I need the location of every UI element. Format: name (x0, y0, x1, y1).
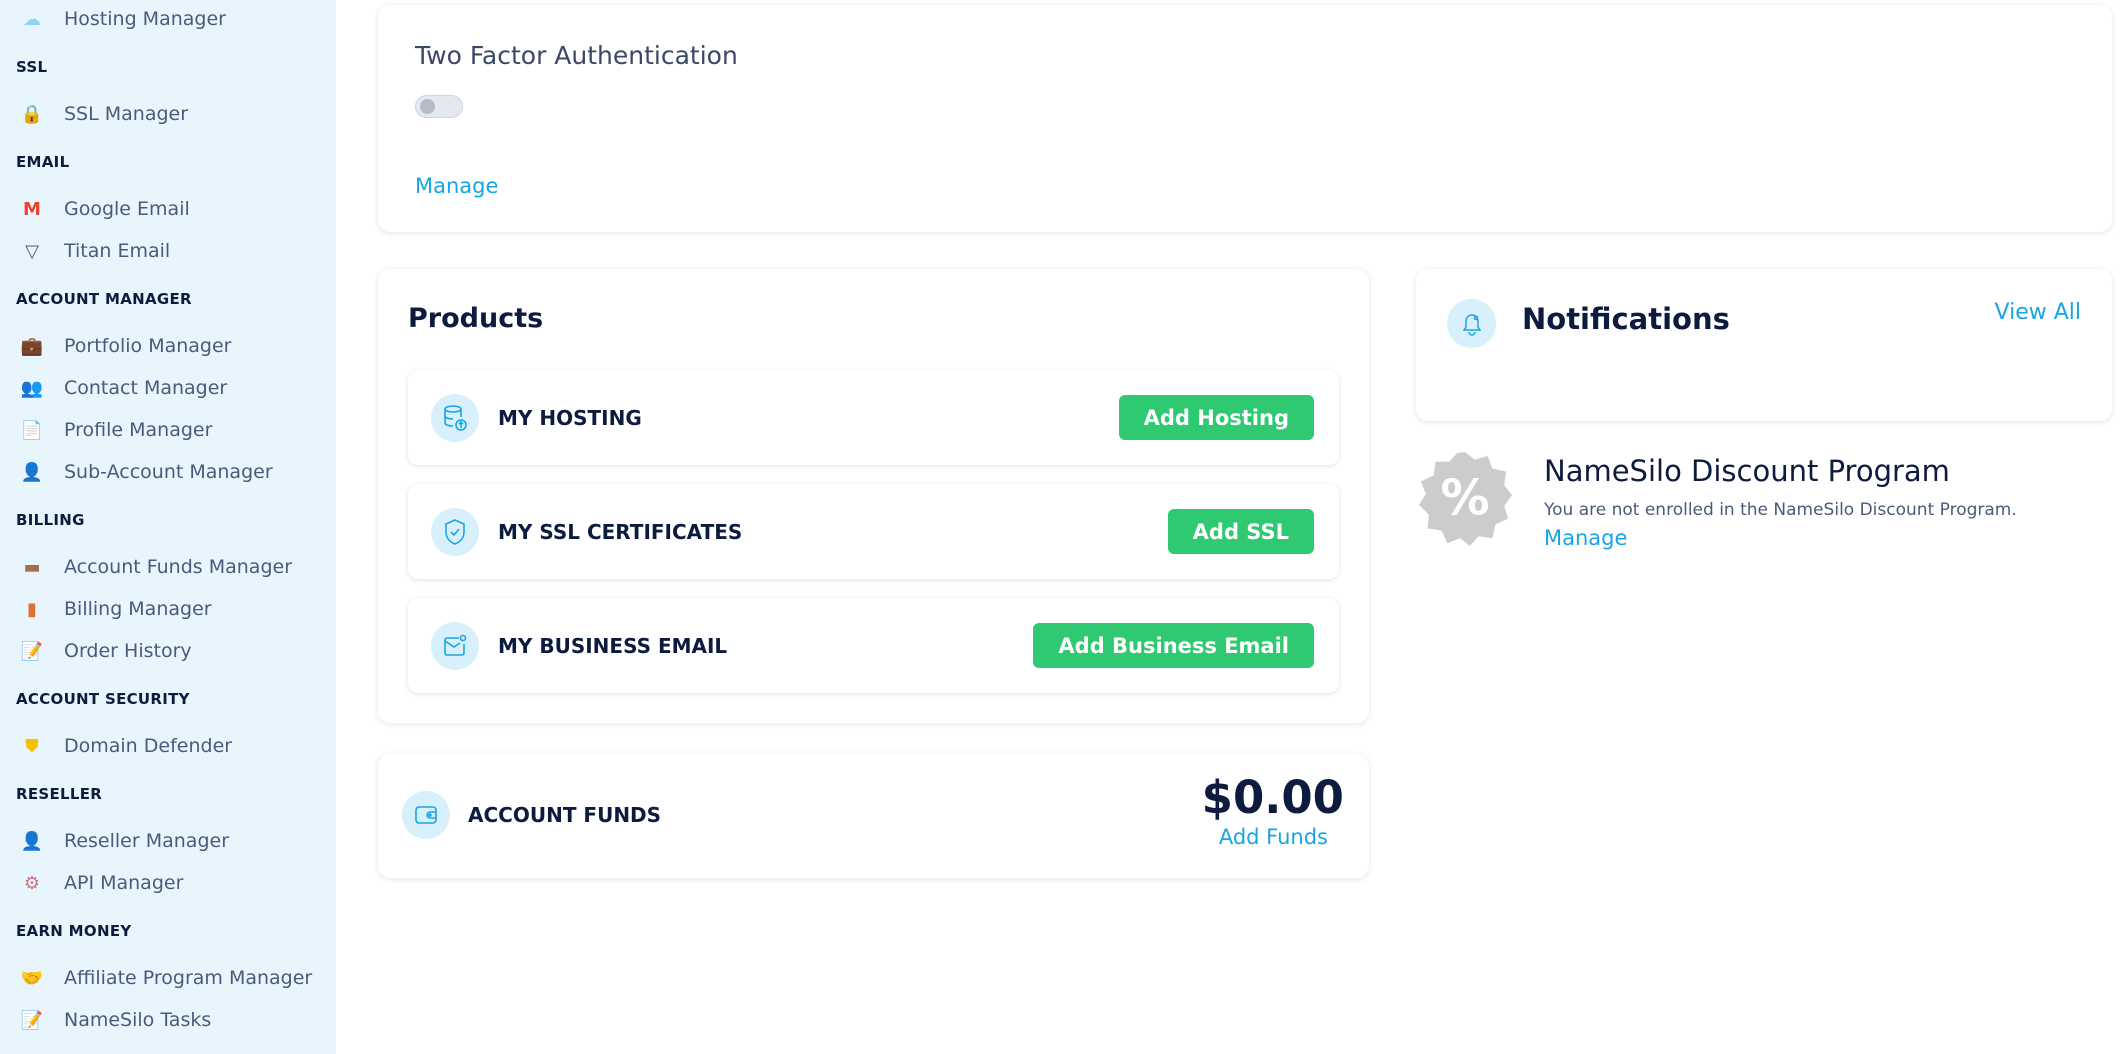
product-row-email: MY BUSINESS EMAIL Add Business Email (408, 598, 1339, 693)
wallet-icon (402, 791, 450, 839)
product-row-hosting: MY HOSTING Add Hosting (408, 370, 1339, 465)
padlock-icon: 🔒 (20, 103, 44, 125)
sidebar-item-profile-manager[interactable]: 📄 Profile Manager (0, 409, 336, 451)
bell-icon (1447, 299, 1496, 348)
sidebar-section-header: SSL (16, 57, 48, 76)
sidebar-item-account-funds-manager[interactable]: ▬ Account Funds Manager (0, 546, 336, 588)
cloud-hosting-icon: ☁ (23, 8, 41, 30)
sidebar-item-label: Domain Defender (64, 735, 233, 757)
sidebar-item-reseller-manager[interactable]: 👤 Reseller Manager (0, 820, 336, 862)
two-factor-title: Two Factor Authentication (415, 41, 738, 70)
account-funds-card: ACCOUNT FUNDS $0.00 Add Funds (378, 754, 1369, 878)
sidebar-section-header: BILLING (16, 510, 85, 529)
sidebar-item-label: Account Funds Manager (64, 556, 293, 578)
shield-check-icon (431, 507, 479, 556)
contacts-icon: 👥 (20, 377, 44, 399)
sidebar-item-label: Billing Manager (64, 598, 212, 620)
invoice-icon: ▮ (27, 598, 37, 620)
sidebar-section-header: RESELLER (16, 784, 103, 803)
discount-manage-link[interactable]: Manage (1544, 526, 1627, 550)
notifications-title: Notifications (1522, 302, 1730, 336)
add-ssl-button[interactable]: Add SSL (1167, 509, 1314, 554)
toggle-knob (420, 99, 435, 114)
sidebar-item-label: Reseller Manager (64, 830, 230, 852)
titan-icon: ▽ (25, 240, 39, 262)
sidebar-item-label: Affiliate Program Manager (64, 967, 313, 989)
account-funds-amount: $0.00 (1201, 771, 1344, 824)
sidebar-nav: ☁ Hosting Manager SSL 🔒 SSL Manager EMAIL M Goo… (0, 0, 336, 1041)
add-hosting-button[interactable]: Add Hosting (1118, 395, 1314, 440)
sidebar-item-sub-account-manager[interactable]: 👤 Sub-Account Manager (0, 451, 336, 493)
shield-icon: ⛊ (25, 735, 39, 757)
sidebar-item-namesilo-tasks[interactable]: 📝 NameSilo Tasks (0, 999, 336, 1041)
two-factor-card: Two Factor Authentication Manage (378, 5, 2112, 232)
sidebar-item-google-email[interactable]: M Google Email (0, 188, 336, 230)
businessman-icon: 👤 (20, 830, 44, 852)
discount-title: NameSilo Discount Program (1544, 454, 1950, 488)
mail-icon (431, 621, 479, 670)
api-gear-icon: ⚙ (23, 872, 41, 894)
account-funds-label: ACCOUNT FUNDS (468, 803, 662, 827)
sidebar-section-header: EARN MONEY (16, 921, 132, 940)
sidebar-item-domain-defender[interactable]: ⛊ Domain Defender (0, 725, 336, 767)
two-factor-manage-link[interactable]: Manage (415, 174, 498, 198)
sidebar-item-hosting-manager[interactable]: ☁ Hosting Manager (0, 0, 336, 40)
sidebar-item-label: Sub-Account Manager (64, 461, 273, 483)
handshake-icon: 🤝 (20, 967, 44, 989)
sidebar-section-header: ACCOUNT SECURITY (16, 689, 190, 708)
sidebar-item-label: Titan Email (64, 240, 171, 262)
discount-badge-icon: % (1416, 450, 1514, 548)
sidebar-section-header: EMAIL (16, 152, 70, 171)
add-funds-link[interactable]: Add Funds (1219, 825, 1328, 849)
sidebar-item-label: Contact Manager (64, 377, 228, 399)
sidebar-item-label: NameSilo Tasks (64, 1009, 212, 1031)
sidebar-section-header: ACCOUNT MANAGER (16, 289, 192, 308)
sidebar-item-billing-manager[interactable]: ▮ Billing Manager (0, 588, 336, 630)
checklist-icon: 📝 (20, 640, 44, 662)
add-business-email-button[interactable]: Add Business Email (1033, 623, 1314, 668)
discount-status-text: You are not enrolled in the NameSilo Dis… (1544, 500, 2017, 520)
notifications-card: Notifications View All (1416, 269, 2112, 421)
sidebar-item-label: Hosting Manager (64, 8, 226, 30)
sidebar-item-label: SSL Manager (64, 103, 189, 125)
view-all-notifications-link[interactable]: View All (1995, 300, 2081, 325)
wallet-icon: ▬ (23, 556, 41, 578)
sidebar-item-label: Portfolio Manager (64, 335, 232, 357)
product-label: MY SSL CERTIFICATES (498, 519, 743, 544)
product-row-ssl: MY SSL CERTIFICATES Add SSL (408, 484, 1339, 579)
document-icon: 📄 (20, 419, 44, 441)
sidebar-item-label: API Manager (64, 872, 184, 894)
product-label: MY BUSINESS EMAIL (498, 633, 728, 658)
sidebar-item-label: Order History (64, 640, 192, 662)
product-label: MY HOSTING (498, 405, 642, 430)
sidebar-item-order-history[interactable]: 📝 Order History (0, 630, 336, 672)
products-title: Products (408, 303, 544, 334)
tasks-icon: 📝 (20, 1009, 44, 1031)
sidebar: ☁ Hosting Manager SSL 🔒 SSL Manager EMAIL M Goo… (0, 0, 336, 1054)
sidebar-item-affiliate-program-manager[interactable]: 🤝 Affiliate Program Manager (0, 957, 336, 999)
two-factor-toggle[interactable] (415, 95, 463, 118)
database-icon (431, 393, 479, 442)
products-card: Products MY HOSTING Add Hosting MY SSL C… (378, 269, 1369, 723)
sidebar-item-api-manager[interactable]: ⚙ API Manager (0, 862, 336, 904)
gmail-icon: M (23, 198, 41, 220)
sidebar-item-label: Google Email (64, 198, 190, 220)
user-gear-icon: 👤 (20, 461, 44, 483)
svg-text:%: % (1440, 470, 1489, 527)
sidebar-item-titan-email[interactable]: ▽ Titan Email (0, 230, 336, 272)
sidebar-item-contact-manager[interactable]: 👥 Contact Manager (0, 367, 336, 409)
sidebar-item-portfolio-manager[interactable]: 💼 Portfolio Manager (0, 325, 336, 367)
sidebar-item-label: Profile Manager (64, 419, 213, 441)
briefcase-icon: 💼 (20, 335, 44, 357)
sidebar-item-ssl-manager[interactable]: 🔒 SSL Manager (0, 93, 336, 135)
